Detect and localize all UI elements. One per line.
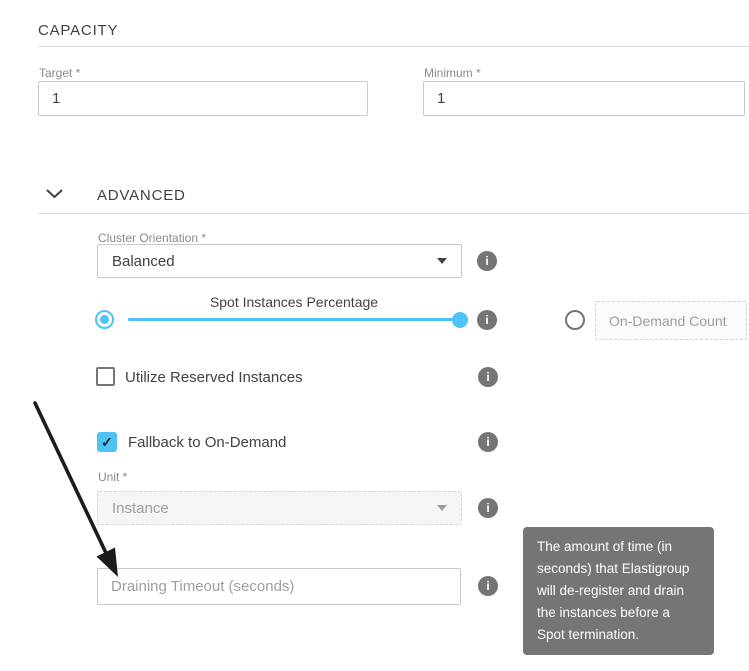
chevron-down-icon[interactable] bbox=[46, 189, 63, 199]
spot-percentage-radio[interactable] bbox=[95, 310, 114, 329]
on-demand-count-input bbox=[595, 301, 747, 340]
minimum-input[interactable] bbox=[423, 81, 745, 116]
fallback-on-demand-info-icon[interactable]: i bbox=[478, 432, 498, 452]
unit-value: Instance bbox=[112, 500, 169, 517]
fallback-on-demand-label[interactable]: Fallback to On-Demand bbox=[128, 434, 286, 451]
advanced-divider bbox=[38, 213, 749, 214]
cluster-orientation-info-icon[interactable]: i bbox=[477, 251, 497, 271]
target-label: Target * bbox=[39, 66, 80, 80]
spot-percentage-slider-track[interactable] bbox=[128, 318, 460, 321]
caret-down-icon bbox=[437, 258, 447, 264]
unit-info-icon[interactable]: i bbox=[478, 498, 498, 518]
checkmark-icon: ✓ bbox=[101, 434, 113, 451]
caret-down-icon bbox=[437, 505, 447, 511]
spot-percentage-info-icon[interactable]: i bbox=[477, 310, 497, 330]
target-input[interactable] bbox=[38, 81, 368, 116]
cluster-orientation-value: Balanced bbox=[112, 253, 175, 270]
capacity-section-title: CAPACITY bbox=[38, 22, 118, 39]
unit-label: Unit * bbox=[98, 470, 127, 484]
spot-percentage-slider-thumb[interactable] bbox=[452, 312, 468, 328]
utilize-reserved-info-icon[interactable]: i bbox=[478, 367, 498, 387]
advanced-section-title[interactable]: ADVANCED bbox=[97, 187, 186, 204]
on-demand-count-radio[interactable] bbox=[565, 310, 585, 330]
draining-timeout-info-icon[interactable]: i bbox=[478, 576, 498, 596]
draining-timeout-input[interactable] bbox=[97, 568, 461, 605]
utilize-reserved-checkbox[interactable] bbox=[96, 367, 115, 386]
utilize-reserved-label[interactable]: Utilize Reserved Instances bbox=[125, 369, 303, 386]
cluster-orientation-label: Cluster Orientation * bbox=[98, 231, 206, 245]
capacity-settings-page: CAPACITY Target * Minimum * ADVANCED Clu… bbox=[0, 0, 749, 671]
spot-percentage-label: Spot Instances Percentage bbox=[128, 294, 460, 310]
capacity-divider bbox=[38, 46, 749, 47]
cluster-orientation-select[interactable]: Balanced bbox=[97, 244, 462, 278]
fallback-on-demand-checkbox[interactable]: ✓ bbox=[97, 432, 117, 452]
draining-timeout-tooltip: The amount of time (in seconds) that Ela… bbox=[523, 527, 714, 655]
unit-select: Instance bbox=[97, 491, 462, 525]
minimum-label: Minimum * bbox=[424, 66, 481, 80]
